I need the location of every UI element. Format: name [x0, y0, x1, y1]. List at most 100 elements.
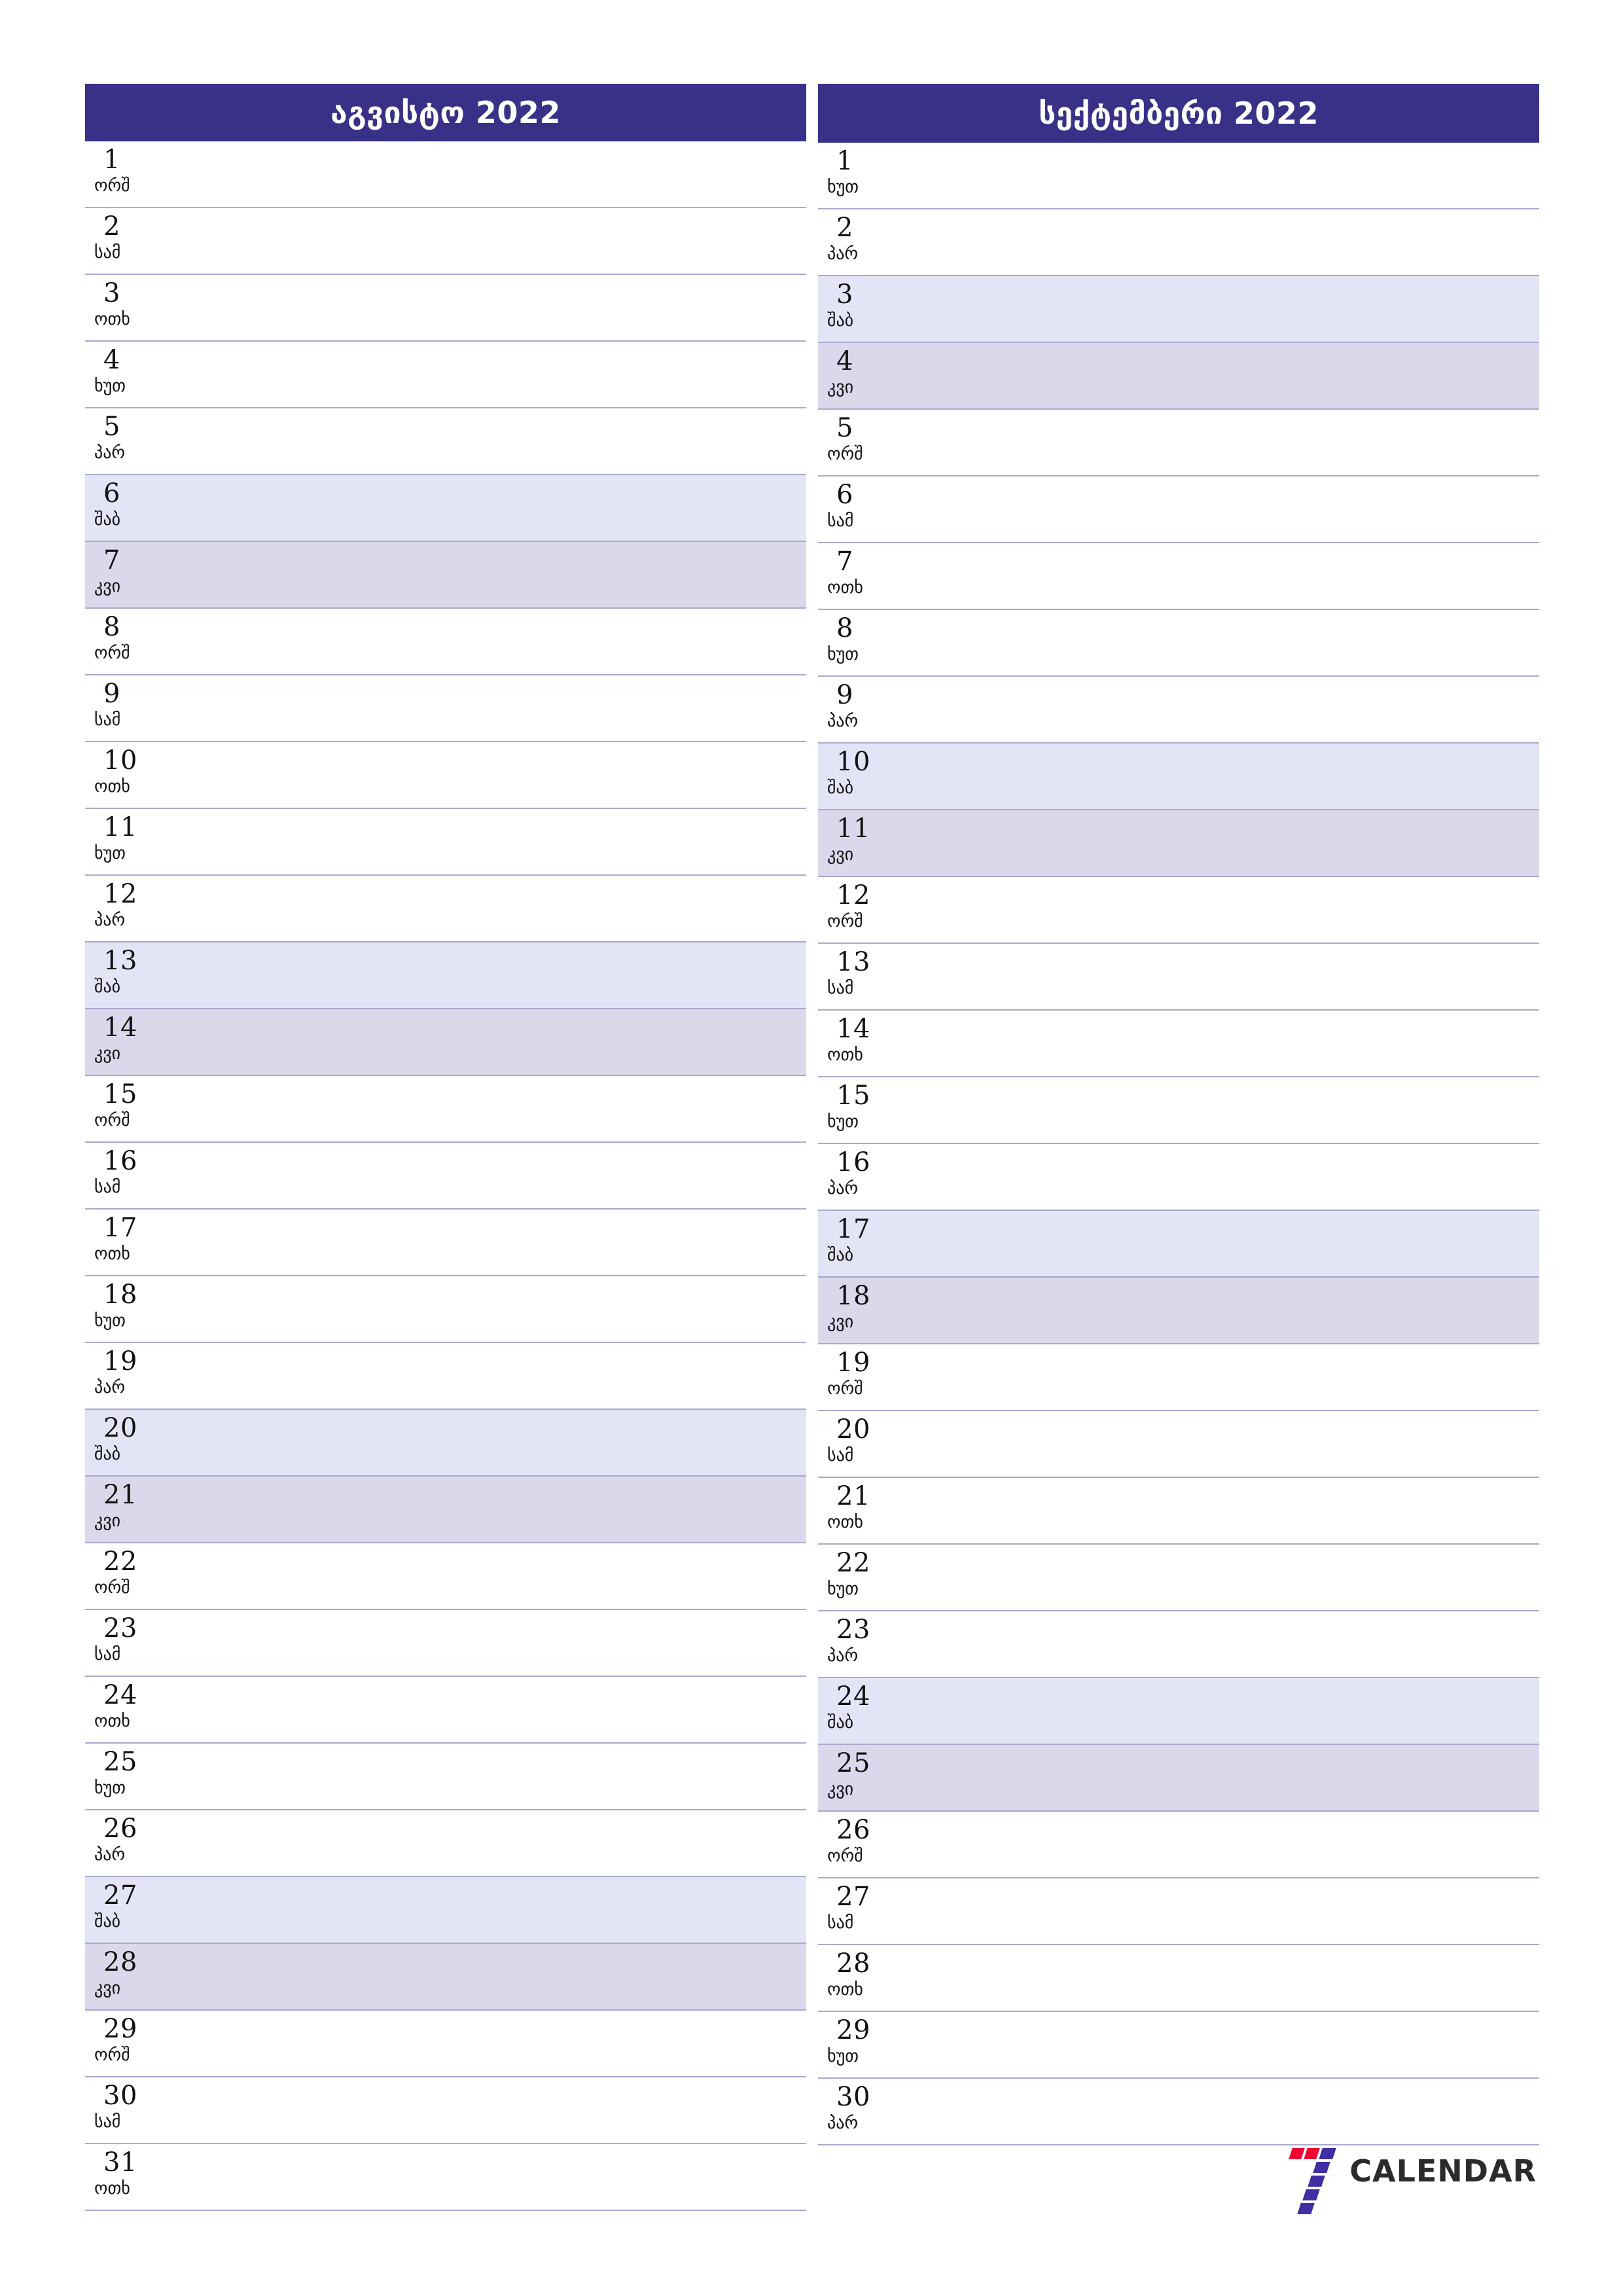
- day-row[interactable]: 14 კვი: [85, 1009, 806, 1076]
- day-number: 4: [836, 346, 853, 376]
- day-row[interactable]: 12 ორშ: [818, 877, 1539, 944]
- day-row[interactable]: 21 კვი: [85, 1477, 806, 1543]
- day-row[interactable]: 7 კვი: [85, 542, 806, 609]
- day-row[interactable]: 4 ხუთ: [85, 342, 806, 408]
- day-row[interactable]: 24 ოთხ: [85, 1677, 806, 1744]
- day-weekday-label: სამ: [94, 1645, 121, 1664]
- day-row[interactable]: 30 სამ: [85, 2077, 806, 2144]
- day-weekday-label: ხუთ: [94, 1778, 126, 1798]
- day-row[interactable]: 16 პარ: [818, 1144, 1539, 1211]
- day-number: 24: [836, 1681, 870, 1712]
- day-number: 22: [103, 1547, 137, 1577]
- day-number: 13: [836, 947, 870, 977]
- day-number: 25: [836, 1748, 870, 1778]
- day-number: 20: [103, 1413, 137, 1443]
- day-row[interactable]: 3 შაბ: [818, 276, 1539, 343]
- day-row[interactable]: 20 შაბ: [85, 1410, 806, 1477]
- day-number: 30: [836, 2082, 870, 2112]
- day-weekday-label: კვი: [827, 378, 854, 397]
- day-row[interactable]: 22 ორშ: [85, 1543, 806, 1610]
- day-row[interactable]: 29 ხუთ: [818, 2012, 1539, 2079]
- day-row[interactable]: 27 შაბ: [85, 1877, 806, 1944]
- day-row[interactable]: 15 ორშ: [85, 1076, 806, 1143]
- day-row[interactable]: 19 ორშ: [818, 1344, 1539, 1411]
- day-weekday-label: კვი: [94, 1511, 121, 1531]
- day-weekday-label: სამ: [827, 511, 854, 531]
- brand-logo[interactable]: CALENDAR: [1289, 2145, 1537, 2214]
- day-row[interactable]: 18 კვი: [818, 1278, 1539, 1344]
- day-row[interactable]: 24 შაბ: [818, 1678, 1539, 1745]
- day-row[interactable]: 17 ოთხ: [85, 1210, 806, 1276]
- day-weekday-label: კვი: [827, 1312, 854, 1332]
- day-row[interactable]: 17 შაბ: [818, 1211, 1539, 1278]
- day-row[interactable]: 2 პარ: [818, 209, 1539, 276]
- day-weekday-label: ხუთ: [827, 645, 859, 664]
- day-row[interactable]: 23 პარ: [818, 1611, 1539, 1678]
- day-weekday-label: შაბ: [827, 1713, 854, 1732]
- day-row[interactable]: 20 სამ: [818, 1411, 1539, 1478]
- day-row[interactable]: 23 სამ: [85, 1610, 806, 1677]
- day-row[interactable]: 15 ხუთ: [818, 1077, 1539, 1144]
- day-row[interactable]: 9 სამ: [85, 675, 806, 742]
- day-number: 11: [103, 812, 137, 842]
- day-row[interactable]: 9 პარ: [818, 677, 1539, 744]
- day-row[interactable]: 2 სამ: [85, 208, 806, 275]
- day-weekday-label: ოთხ: [827, 578, 863, 598]
- day-row[interactable]: 16 სამ: [85, 1143, 806, 1210]
- day-row[interactable]: 5 ორშ: [818, 410, 1539, 476]
- day-row[interactable]: 29 ორშ: [85, 2011, 806, 2077]
- day-number: 12: [836, 880, 870, 910]
- day-row[interactable]: 21 ოთხ: [818, 1478, 1539, 1545]
- day-row[interactable]: 13 სამ: [818, 944, 1539, 1011]
- day-row[interactable]: 31 ოთხ: [85, 2144, 806, 2211]
- day-weekday-label: ხუთ: [94, 1311, 126, 1331]
- day-row[interactable]: 1 ორშ: [85, 141, 806, 208]
- day-number: 7: [103, 545, 120, 575]
- day-row[interactable]: 22 ხუთ: [818, 1545, 1539, 1611]
- day-row[interactable]: 18 ხუთ: [85, 1276, 806, 1343]
- day-row[interactable]: 26 ორშ: [818, 1812, 1539, 1878]
- day-row[interactable]: 10 შაბ: [818, 744, 1539, 810]
- day-weekday-label: კვი: [827, 1780, 854, 1799]
- day-row[interactable]: 14 ოთხ: [818, 1011, 1539, 1077]
- day-row[interactable]: 8 ორშ: [85, 609, 806, 675]
- day-row[interactable]: 7 ოთხ: [818, 543, 1539, 610]
- day-weekday-label: ხუთ: [827, 1579, 859, 1599]
- day-weekday-label: შაბ: [94, 1444, 121, 1464]
- day-weekday-label: შაბ: [94, 510, 121, 529]
- day-row[interactable]: 12 პარ: [85, 876, 806, 942]
- day-number: 4: [103, 345, 120, 375]
- day-row[interactable]: 4 კვი: [818, 343, 1539, 410]
- day-row[interactable]: 10 ოთხ: [85, 742, 806, 809]
- day-row[interactable]: 11 ხუთ: [85, 809, 806, 876]
- day-weekday-label: ოთხ: [827, 1513, 863, 1532]
- day-row[interactable]: 6 სამ: [818, 476, 1539, 543]
- day-row[interactable]: 1 ხუთ: [818, 143, 1539, 209]
- day-number: 19: [836, 1348, 870, 1378]
- day-row[interactable]: 5 პარ: [85, 408, 806, 475]
- day-weekday-label: შაბ: [827, 1246, 854, 1265]
- day-weekday-label: ხუთ: [94, 844, 126, 863]
- day-row[interactable]: 3 ოთხ: [85, 275, 806, 342]
- day-number: 15: [103, 1079, 137, 1109]
- day-number: 10: [103, 745, 137, 776]
- day-number: 27: [836, 1882, 870, 1912]
- day-number: 28: [836, 1948, 870, 1979]
- day-number: 11: [836, 814, 870, 844]
- day-number: 21: [836, 1481, 870, 1511]
- day-row[interactable]: 28 კვი: [85, 1944, 806, 2011]
- day-weekday-label: ორშ: [827, 1379, 863, 1399]
- day-row[interactable]: 28 ოთხ: [818, 1945, 1539, 2012]
- day-row[interactable]: 27 სამ: [818, 1878, 1539, 1945]
- day-weekday-label: სამ: [94, 1177, 121, 1197]
- day-row[interactable]: 11 კვი: [818, 810, 1539, 877]
- day-number: 16: [836, 1147, 870, 1177]
- day-row[interactable]: 6 შაბ: [85, 475, 806, 542]
- day-row[interactable]: 25 ხუთ: [85, 1744, 806, 1810]
- day-row[interactable]: 26 პარ: [85, 1810, 806, 1877]
- day-row[interactable]: 19 პარ: [85, 1343, 806, 1410]
- day-row[interactable]: 25 კვი: [818, 1745, 1539, 1812]
- day-row[interactable]: 13 შაბ: [85, 942, 806, 1009]
- day-weekday-label: ორშ: [94, 643, 130, 663]
- day-row[interactable]: 8 ხუთ: [818, 610, 1539, 677]
